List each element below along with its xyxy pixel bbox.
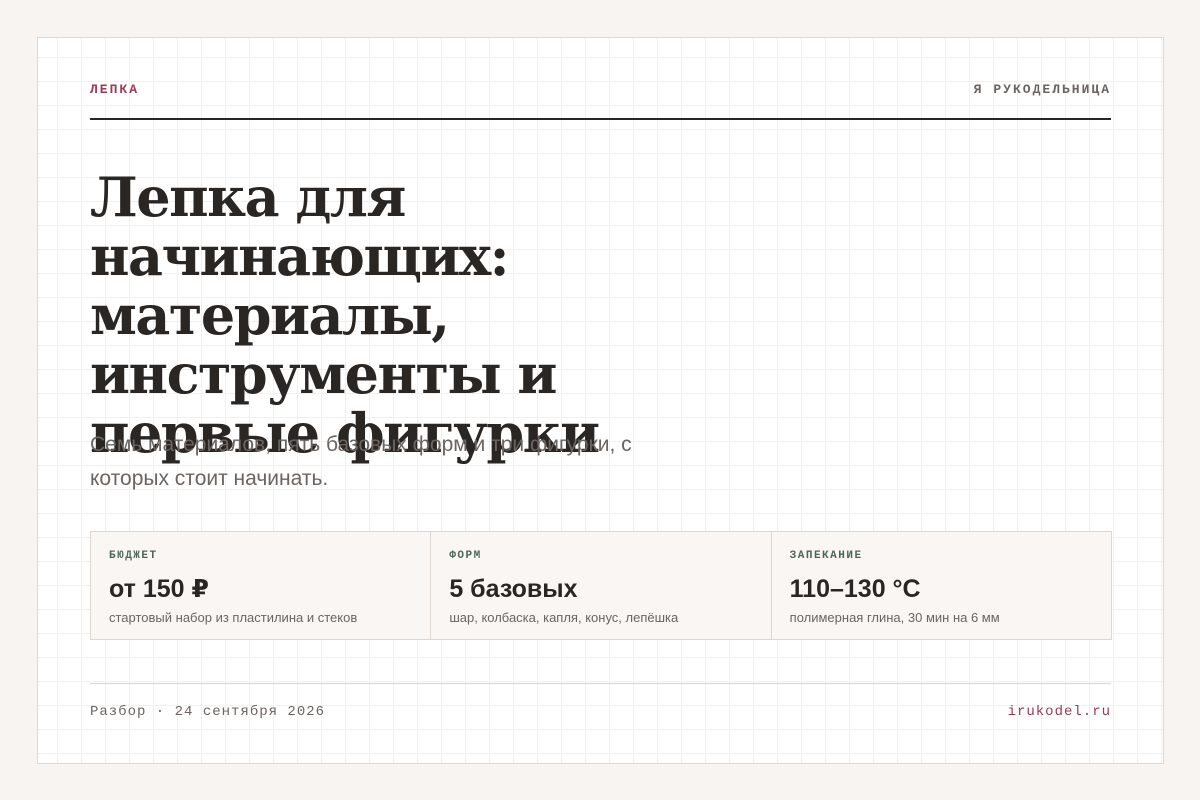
top-bar: ЛЕПКА Я РУКОДЕЛЬНИЦА	[90, 82, 1111, 120]
stat-label: ФОРМ	[449, 550, 482, 562]
publish-date: Разбор · 24 сентября 2026	[90, 704, 326, 720]
stat-value: от 150 ₽	[109, 575, 209, 603]
stat-note: шар, колбаска, капля, конус, лепёшка	[449, 610, 679, 625]
article-card: ЛЕПКА Я РУКОДЕЛЬНИЦА Лепка для начинающи…	[37, 37, 1164, 764]
section-tag[interactable]: ЛЕПКА	[90, 82, 139, 97]
stat-note: полимерная глина, 30 мин на 6 мм	[789, 610, 1000, 625]
stat-budget: БЮДЖЕТ от 150 ₽ стартовый набор из пласт…	[91, 532, 432, 639]
footer: Разбор · 24 сентября 2026 irukodel.ru	[90, 683, 1111, 720]
page-title: Лепка для начинающих: материалы, инструм…	[90, 168, 830, 463]
subtitle-line: Семь материалов, пять базовых форм и три…	[90, 433, 632, 456]
stat-note: стартовый набор из пластилина и стеков	[109, 610, 358, 625]
subtitle-line: которых стоит начинать.	[90, 467, 329, 490]
stat-label: ЗАПЕКАНИЕ	[789, 550, 863, 562]
brand-name[interactable]: Я РУКОДЕЛЬНИЦА	[974, 82, 1111, 97]
stats-panel: БЮДЖЕТ от 150 ₽ стартовый набор из пласт…	[90, 531, 1112, 640]
stat-forms: ФОРМ 5 базовых шар, колбаска, капля, кон…	[431, 532, 772, 639]
stat-baking: ЗАПЕКАНИЕ 110–130 °C полимерная глина, 3…	[772, 532, 1111, 639]
title-line: Лепка для начинающих:	[90, 165, 510, 288]
title-line: инструменты и	[90, 342, 557, 406]
stat-value: 5 базовых	[449, 575, 578, 603]
stat-label: БЮДЖЕТ	[109, 550, 158, 562]
article-subtitle: Семь материалов, пять базовых форм и три…	[90, 428, 730, 496]
title-line: материалы,	[90, 283, 450, 347]
site-link[interactable]: irukodel.ru	[1008, 704, 1111, 720]
stat-value: 110–130 °C	[789, 575, 921, 603]
